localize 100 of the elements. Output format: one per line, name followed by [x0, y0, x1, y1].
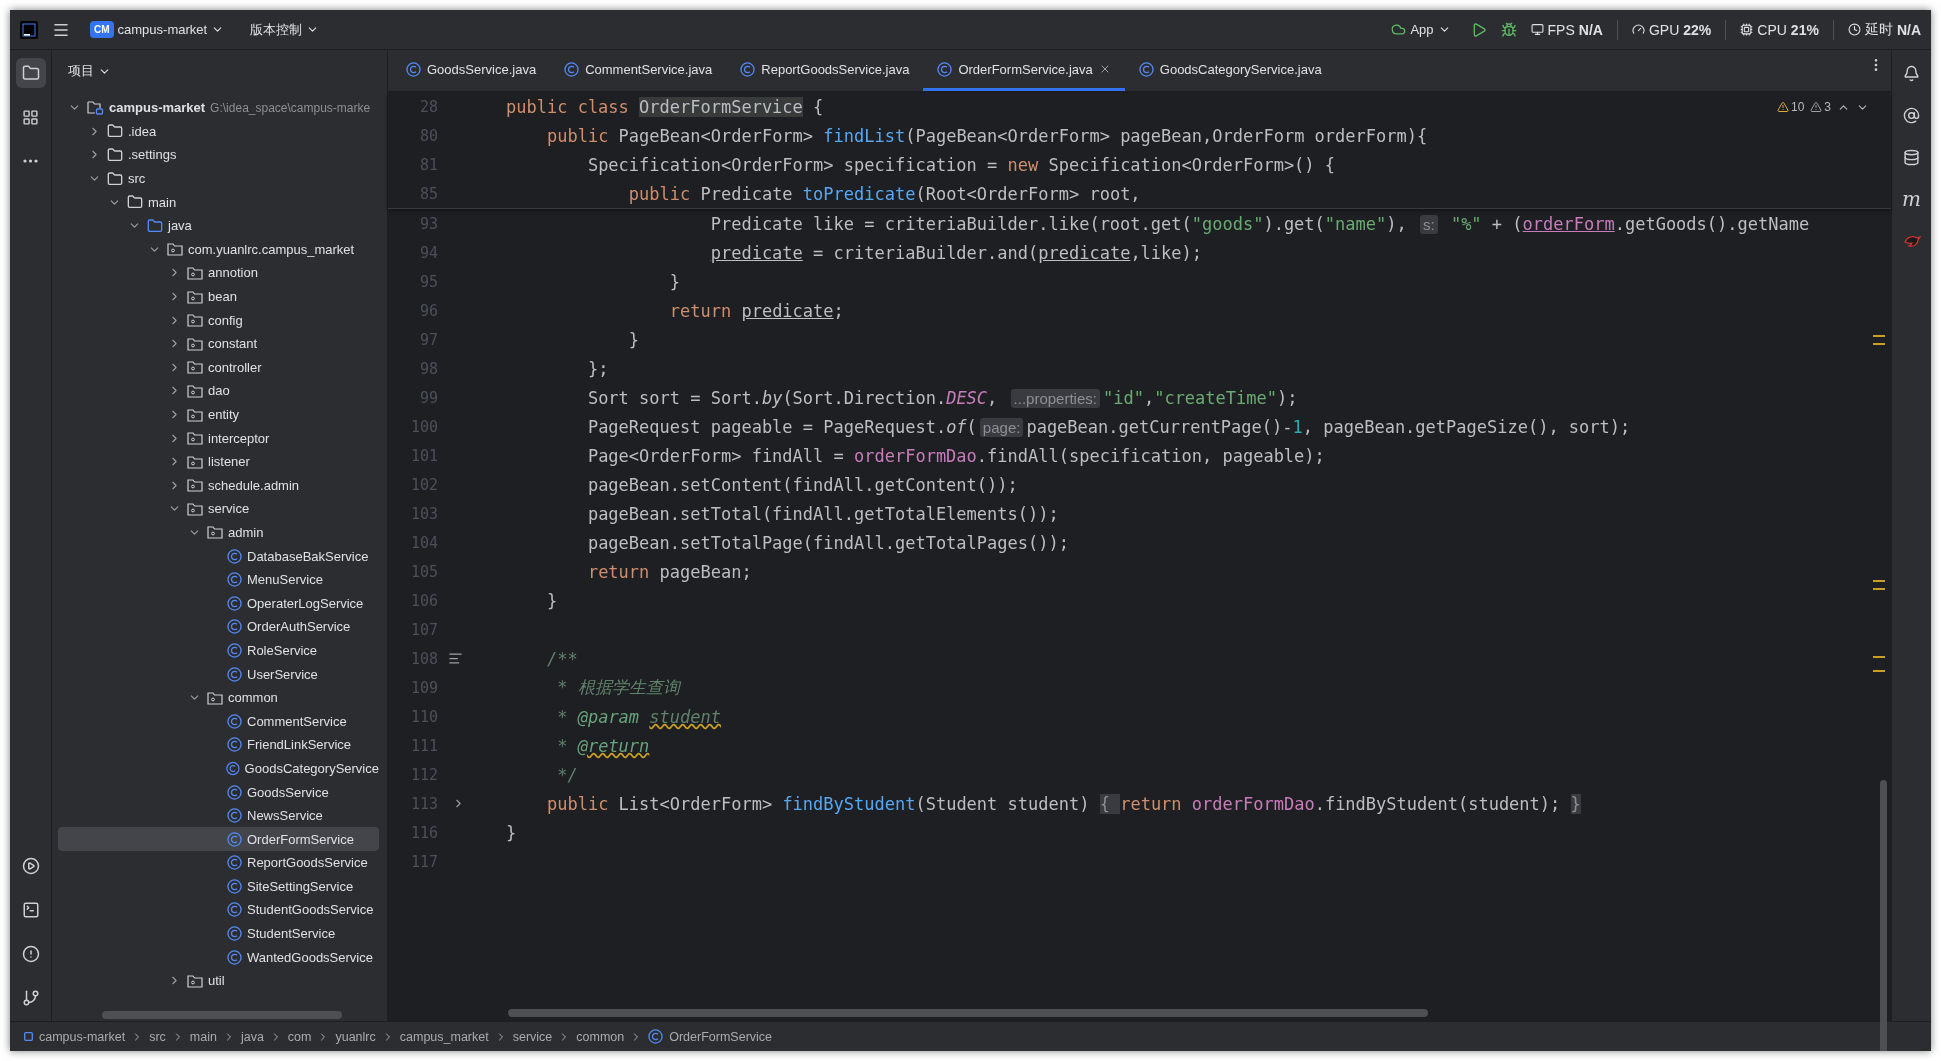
tree-item[interactable]: OperaterLogService: [58, 591, 379, 616]
tree-item[interactable]: UserService: [58, 662, 379, 686]
tree-item[interactable]: entity: [58, 402, 379, 427]
tree-item[interactable]: java: [58, 213, 379, 238]
tree-label: java: [168, 218, 192, 234]
scrollbar[interactable]: [102, 1011, 342, 1019]
tree-item[interactable]: common: [58, 685, 379, 710]
tree-item[interactable]: dao: [58, 379, 379, 403]
clock-icon: [1847, 23, 1861, 36]
breadcrumb[interactable]: OrderFormService: [669, 1029, 773, 1044]
tree-item[interactable]: .idea: [58, 119, 379, 144]
tree-label: dao: [208, 383, 230, 399]
monitor-widget[interactable]: GPU 22%: [1631, 21, 1712, 38]
editor-tab[interactable]: GoodsCategoryService.java: [1124, 50, 1336, 91]
tree-item[interactable]: .settings: [58, 143, 379, 167]
code-line: return predicate;: [668, 300, 844, 321]
run-config-selector[interactable]: App: [1385, 18, 1457, 41]
code-line: }: [506, 822, 517, 843]
tree-item[interactable]: OrderAuthService: [58, 615, 379, 639]
class-icon: [227, 949, 242, 965]
tree-item[interactable]: main: [58, 190, 379, 214]
tree-label: common: [228, 690, 278, 706]
tree-item[interactable]: NewsService: [58, 803, 379, 828]
breadcrumb[interactable]: yuanlrc: [335, 1029, 376, 1044]
editor-tab[interactable]: CommentService.java: [550, 50, 727, 91]
tree-item[interactable]: campus-market G:\idea_space\campus-marke: [58, 96, 379, 120]
tree-label: admin: [228, 525, 264, 540]
tree-item[interactable]: config: [58, 308, 379, 332]
tree-item[interactable]: listener: [58, 449, 379, 474]
breadcrumb[interactable]: com: [287, 1029, 312, 1044]
tree-label: FriendLinkService: [247, 737, 352, 753]
breadcrumb[interactable]: common: [576, 1029, 625, 1044]
monitor-widget[interactable]: 延时 N/A: [1847, 20, 1921, 39]
tree-item[interactable]: interceptor: [58, 426, 379, 450]
monitor-widget[interactable]: FPS N/A: [1530, 21, 1603, 38]
tree-item[interactable]: ReportGoodsService: [58, 851, 379, 875]
warning-marker[interactable]: [1873, 656, 1885, 672]
tree-item[interactable]: util: [58, 968, 379, 993]
tree-label: UserService: [247, 666, 318, 682]
breadcrumb[interactable]: campus-market: [39, 1029, 126, 1044]
class-icon: [740, 61, 756, 77]
tree-label: OperaterLogService: [247, 595, 364, 611]
package-icon: [207, 690, 223, 705]
project-tool-button[interactable]: [15, 58, 46, 88]
tree-label: StudentService: [247, 926, 336, 942]
warning-marker[interactable]: [1873, 335, 1885, 345]
tree-item[interactable]: GoodsCategoryService: [58, 756, 379, 781]
tree-item[interactable]: WantedGoodsService: [58, 945, 379, 969]
warning-marker[interactable]: [1873, 580, 1885, 590]
class-icon: [227, 737, 242, 753]
tree-item[interactable]: FriendLinkService: [58, 733, 379, 757]
tree-item[interactable]: annotion: [58, 261, 379, 285]
tree-item[interactable]: schedule.admin: [58, 473, 379, 498]
code-line: * 根据学生查询: [556, 676, 680, 699]
scrollbar[interactable]: [508, 1009, 1428, 1017]
package-icon: [187, 973, 203, 988]
app-logo-icon[interactable]: [20, 20, 38, 39]
weak-warnings-count[interactable]: 3: [1810, 100, 1831, 114]
editor-tab[interactable]: ReportGoodsService.java: [726, 50, 924, 91]
project-switcher[interactable]: CM campus-market: [84, 17, 231, 42]
project-view-selector[interactable]: 项目: [62, 58, 117, 84]
tree-item[interactable]: StudentService: [58, 921, 379, 946]
tree-item[interactable]: src: [58, 166, 379, 191]
code-line: };: [586, 358, 609, 379]
tree-item[interactable]: admin: [58, 520, 379, 545]
tree-label: constant: [208, 336, 258, 352]
tree-item[interactable]: OrderFormService: [58, 827, 379, 851]
tree-item[interactable]: com.yuanlrc.campus_market: [58, 237, 379, 262]
tree-item[interactable]: bean: [58, 284, 379, 309]
debug-icon[interactable]: [1500, 21, 1517, 38]
breadcrumb[interactable]: service: [512, 1029, 553, 1044]
monitor-widget[interactable]: CPU 21%: [1740, 21, 1819, 38]
tree-label: entity: [208, 407, 240, 422]
folder-icon: [127, 194, 143, 211]
tree-item[interactable]: SiteSettingService: [58, 874, 379, 899]
maven-button[interactable]: m: [1896, 184, 1927, 214]
package-icon: [167, 242, 183, 257]
tree-item[interactable]: RoleService: [58, 638, 379, 663]
tree-item[interactable]: DatabaseBakService: [58, 544, 379, 568]
scrollbar[interactable]: [1880, 780, 1887, 1051]
tree-item[interactable]: StudentGoodsService: [58, 898, 379, 922]
tree-item[interactable]: constant: [58, 331, 379, 356]
tree-item[interactable]: GoodsService: [58, 780, 379, 804]
warnings-count[interactable]: 10: [1776, 100, 1805, 114]
class-icon: [227, 902, 242, 918]
breadcrumb[interactable]: src: [149, 1029, 166, 1044]
class-icon: [227, 666, 242, 682]
tree-item[interactable]: MenuService: [58, 567, 379, 592]
code-line: predicate = criteriaBuilder.and(predicate,like);: [709, 242, 1203, 263]
breadcrumb[interactable]: main: [189, 1029, 217, 1044]
editor-tab[interactable]: GoodsService.java: [392, 50, 551, 91]
tree-item[interactable]: CommentService: [58, 709, 379, 734]
class-icon: [937, 61, 953, 77]
monitor-icon: [1530, 23, 1544, 36]
vcs-menu[interactable]: 版本控制: [244, 16, 326, 43]
breadcrumb[interactable]: java: [240, 1029, 264, 1044]
breadcrumb[interactable]: campus_market: [399, 1029, 489, 1044]
tree-item[interactable]: controller: [58, 355, 379, 380]
render-doc-icon[interactable]: [448, 651, 463, 666]
tree-item[interactable]: service: [58, 497, 379, 521]
